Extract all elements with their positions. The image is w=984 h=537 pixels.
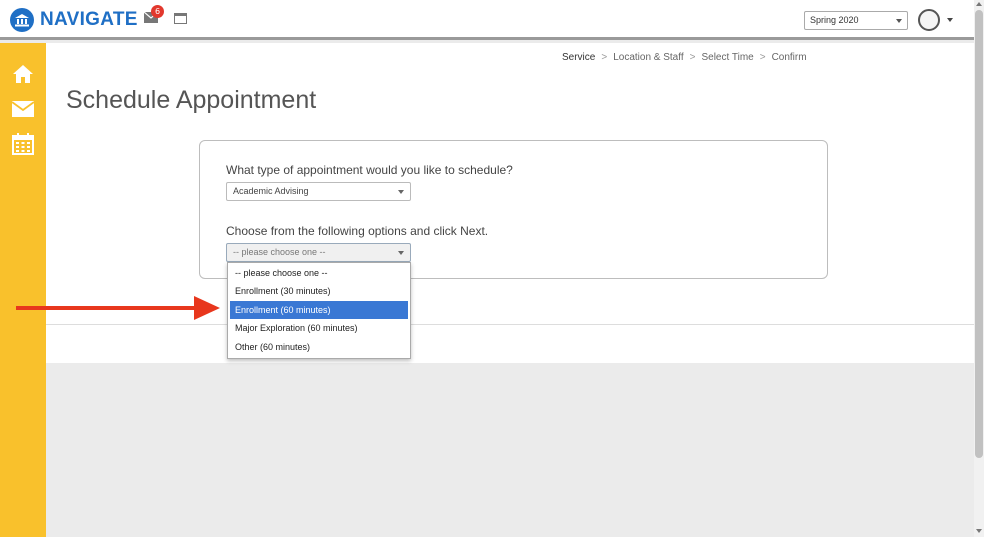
navigate-logo[interactable]: NAVIGATE (10, 8, 138, 32)
chevron-down-icon[interactable] (947, 18, 953, 22)
calendar-icon[interactable] (11, 133, 35, 155)
scroll-down-icon[interactable] (976, 529, 982, 533)
home-icon[interactable] (11, 63, 35, 85)
notification-badge: 6 (151, 5, 164, 18)
options-select-value: -- please choose one -- (233, 247, 326, 257)
dropdown-option[interactable]: Other (60 minutes) (230, 338, 408, 356)
annotation-arrow-shaft (16, 306, 196, 310)
dropdown-option[interactable]: Major Exploration (60 minutes) (230, 319, 408, 337)
avatar[interactable] (918, 9, 940, 31)
window-icon[interactable] (174, 13, 187, 24)
annotation-arrow-head (194, 296, 220, 320)
chevron-down-icon (896, 19, 902, 23)
appointment-type-select[interactable]: Academic Advising (226, 182, 411, 201)
appointment-type-value: Academic Advising (233, 186, 309, 196)
scroll-up-icon[interactable] (976, 2, 982, 6)
top-bar: NAVIGATE 6 Spring 2020 (0, 0, 974, 40)
sidebar (0, 43, 46, 537)
dropdown-option-highlighted[interactable]: Enrollment (60 minutes) (230, 301, 408, 319)
breadcrumb-step-time: Select Time (701, 52, 754, 63)
breadcrumb-step-confirm: Confirm (771, 52, 807, 63)
options-label: Choose from the following options and cl… (226, 224, 489, 238)
mail-icon[interactable] (11, 98, 35, 120)
breadcrumb: Service > Location & Staff > Select Time… (562, 52, 807, 63)
breadcrumb-step-service: Service (562, 52, 596, 63)
options-select[interactable]: -- please choose one -- (226, 243, 411, 262)
footer-strip (46, 324, 974, 363)
breadcrumb-step-location: Location & Staff (613, 52, 684, 63)
scrollbar[interactable] (974, 0, 984, 537)
scrollbar-thumb[interactable] (975, 10, 983, 458)
appointment-type-label: What type of appointment would you like … (226, 163, 513, 177)
building-icon (10, 8, 34, 32)
dropdown-option[interactable]: -- please choose one -- (230, 264, 408, 282)
breadcrumb-separator: > (689, 52, 696, 63)
term-select-value: Spring 2020 (810, 15, 859, 25)
chevron-down-icon (398, 251, 404, 255)
options-dropdown-list: -- please choose one -- Enrollment (30 m… (227, 262, 411, 359)
logo-text: NAVIGATE (40, 9, 138, 30)
breadcrumb-separator: > (601, 52, 608, 63)
dropdown-option[interactable]: Enrollment (30 minutes) (230, 282, 408, 300)
page-title: Schedule Appointment (66, 86, 317, 114)
term-select[interactable]: Spring 2020 (804, 11, 908, 30)
breadcrumb-separator: > (759, 52, 766, 63)
chevron-down-icon (398, 190, 404, 194)
